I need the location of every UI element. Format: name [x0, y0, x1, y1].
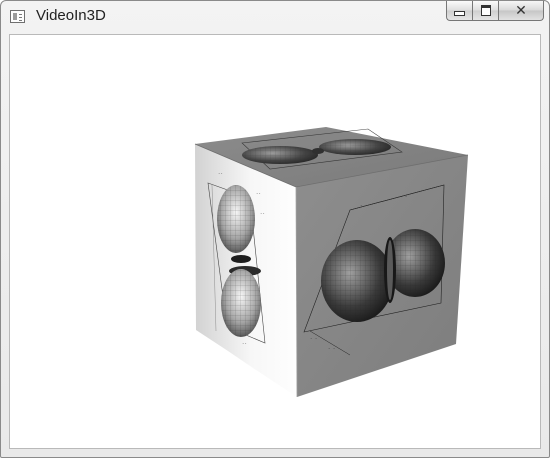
app-window: VideoIn3D ✕ -- -- -- -- - - - - - - - -	[0, 0, 550, 458]
app-window-icon[interactable]	[10, 10, 25, 23]
minimize-button[interactable]	[446, 1, 472, 21]
close-button[interactable]: ✕	[498, 1, 544, 21]
svg-text:- -: - -	[310, 336, 317, 341]
close-icon: ✕	[515, 2, 527, 19]
svg-text:- -: - -	[360, 203, 367, 208]
side-face: - - - - - - - -	[296, 155, 468, 397]
title-bar[interactable]: VideoIn3D ✕	[1, 1, 549, 35]
maximize-icon	[480, 5, 491, 16]
svg-text:--: --	[218, 171, 223, 176]
svg-text:- -: - -	[328, 346, 335, 351]
maximize-button[interactable]	[472, 1, 498, 21]
caption-buttons: ✕	[446, 1, 544, 22]
front-face: -- -- -- --	[195, 144, 297, 397]
minimize-icon	[454, 11, 465, 16]
svg-text:--: --	[242, 341, 247, 346]
svg-text:--: --	[256, 191, 261, 196]
window-title: VideoIn3D	[36, 7, 106, 24]
cube-scene[interactable]: -- -- -- -- - - - - - - - -	[10, 35, 542, 450]
svg-text:--: --	[260, 211, 265, 216]
viewport[interactable]: -- -- -- -- - - - - - - - -	[9, 34, 541, 449]
svg-text:- -: - -	[400, 194, 407, 199]
